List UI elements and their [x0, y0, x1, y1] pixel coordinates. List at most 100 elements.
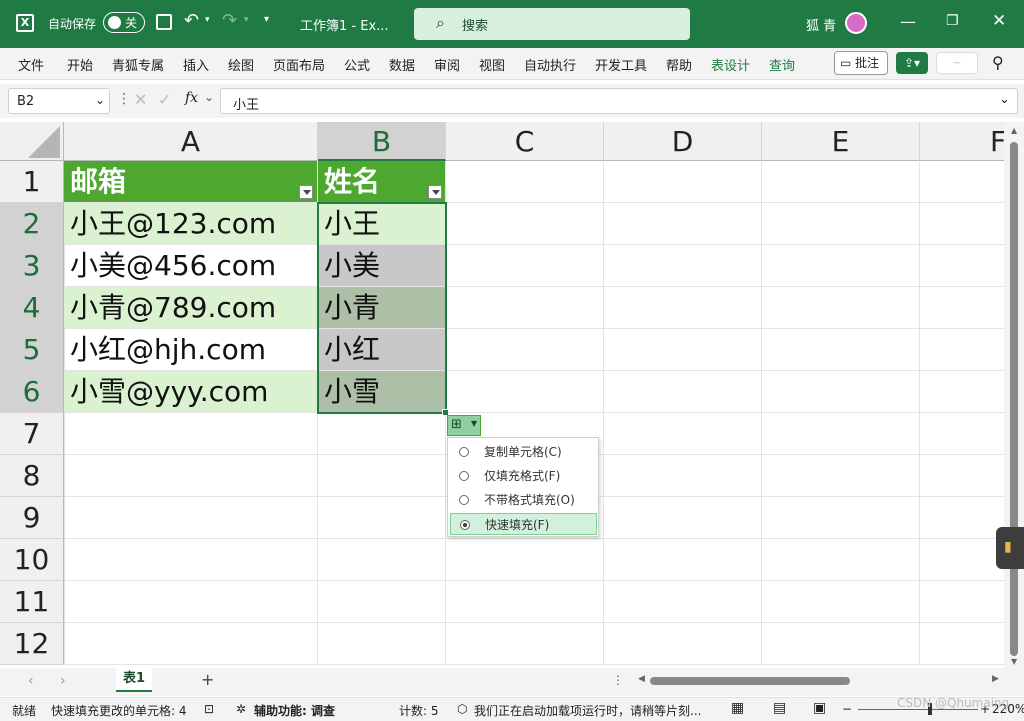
activity-button[interactable]: ~: [936, 52, 978, 74]
enter-icon[interactable]: ✓: [158, 90, 171, 109]
page-layout-view-icon[interactable]: ▤: [773, 700, 786, 716]
scroll-thumb[interactable]: [1010, 142, 1018, 656]
column-header-a[interactable]: A: [64, 122, 318, 161]
row-header-10[interactable]: 10: [0, 539, 64, 581]
row-header-4[interactable]: 4: [0, 287, 64, 329]
table-header-email[interactable]: 邮箱: [64, 161, 318, 203]
email-cell[interactable]: 小美@456.com: [64, 245, 318, 287]
menu-item-copy-cells[interactable]: 复制单元格(C): [450, 441, 597, 463]
scroll-up-icon[interactable]: ▲: [1011, 126, 1017, 135]
column-header-f[interactable]: F: [920, 122, 1004, 161]
sheet-prev-icon[interactable]: ‹: [28, 673, 34, 689]
row-header-11[interactable]: 11: [0, 581, 64, 623]
search-box[interactable]: ⌕ 搜索: [414, 8, 690, 40]
autosave-toggle[interactable]: 关: [103, 12, 145, 33]
column-header-d[interactable]: D: [604, 122, 762, 161]
table-header-name[interactable]: 姓名: [318, 161, 446, 203]
undo-dropdown-icon[interactable]: ▾: [205, 15, 210, 25]
redo-dropdown-icon[interactable]: ▾: [244, 15, 249, 25]
normal-view-icon[interactable]: ▦: [731, 700, 744, 716]
column-header-e[interactable]: E: [762, 122, 920, 161]
tab-help[interactable]: 帮助: [666, 55, 692, 74]
row-header-5[interactable]: 5: [0, 329, 64, 371]
redo-icon[interactable]: ↷: [222, 10, 237, 31]
scroll-right-icon[interactable]: ▶: [992, 674, 999, 684]
row-header-7[interactable]: 7: [0, 413, 64, 455]
tab-data[interactable]: 数据: [389, 55, 415, 74]
side-panel-button[interactable]: ▮: [996, 527, 1024, 569]
scroll-down-icon[interactable]: ▼: [1011, 657, 1017, 666]
select-all-corner[interactable]: [0, 122, 64, 161]
formula-input[interactable]: 小王 ⌄: [220, 88, 1018, 114]
row-header-3[interactable]: 3: [0, 245, 64, 287]
tab-formulas[interactable]: 公式: [344, 55, 370, 74]
close-icon[interactable]: ✕: [992, 11, 1006, 31]
macro-record-icon[interactable]: ⊡: [204, 702, 214, 716]
share-button[interactable]: ⇪▾: [896, 52, 928, 74]
vertical-scrollbar[interactable]: ▲ ▼: [1004, 122, 1024, 668]
row-header-1[interactable]: 1: [0, 161, 64, 203]
menu-item-fill-formatting-only[interactable]: 仅填充格式(F): [450, 465, 597, 487]
save-icon[interactable]: [156, 14, 172, 30]
comments-label: 批注: [855, 56, 880, 70]
tab-custom[interactable]: 青狐专属: [112, 55, 164, 74]
email-cell[interactable]: 小红@hjh.com: [64, 329, 318, 371]
page-break-view-icon[interactable]: ▣: [813, 700, 826, 716]
minimize-icon[interactable]: —: [900, 12, 916, 31]
tab-draw[interactable]: 绘图: [228, 55, 254, 74]
restore-icon[interactable]: ❐: [946, 13, 959, 29]
email-cell[interactable]: 小青@789.com: [64, 287, 318, 329]
cancel-icon[interactable]: ✕: [134, 90, 147, 109]
auto-fill-icon: ⊞: [451, 417, 462, 432]
coauthor-icon[interactable]: ⚲: [992, 53, 1004, 72]
tab-table-design[interactable]: 表设计: [711, 55, 750, 74]
name-box[interactable]: B2 ⌄: [8, 88, 110, 114]
menu-item-flash-fill[interactable]: 快速填充(F): [450, 513, 597, 535]
tab-developer[interactable]: 开发工具: [595, 55, 647, 74]
sheet-options-icon[interactable]: ⋮: [612, 673, 624, 687]
tab-review[interactable]: 审阅: [434, 55, 460, 74]
worksheet-grid[interactable]: A B C D E F 1 2 3 4 5 6 7 8 9 10 11 12 邮…: [0, 122, 1004, 665]
column-header-b[interactable]: B: [318, 122, 446, 161]
row-header-6[interactable]: 6: [0, 371, 64, 413]
accessibility-icon[interactable]: ✲: [236, 702, 246, 716]
avatar[interactable]: [845, 12, 867, 34]
tab-view[interactable]: 视图: [479, 55, 505, 74]
auto-fill-options-button[interactable]: ⊞ ▼: [447, 415, 481, 436]
column-header-c[interactable]: C: [446, 122, 604, 161]
user-name[interactable]: 狐 青: [806, 15, 836, 34]
add-sheet-button[interactable]: +: [201, 670, 214, 689]
filter-dropdown-icon[interactable]: [428, 185, 442, 199]
status-accessibility[interactable]: 辅助功能: 调查: [254, 702, 335, 719]
horizontal-scrollbar[interactable]: ◀ ▶: [636, 674, 1004, 688]
insert-function-icon[interactable]: fx: [185, 90, 198, 106]
row-header-2[interactable]: 2: [0, 203, 64, 245]
sheet-next-icon[interactable]: ›: [60, 673, 66, 689]
email-cell[interactable]: 小王@123.com: [64, 203, 318, 245]
undo-icon[interactable]: ↶: [184, 10, 199, 31]
more-icon[interactable]: ⋮: [117, 91, 131, 107]
h-scroll-thumb[interactable]: [650, 677, 850, 685]
tab-insert[interactable]: 插入: [183, 55, 209, 74]
tab-automate[interactable]: 自动执行: [524, 55, 576, 74]
tab-page-layout[interactable]: 页面布局: [273, 55, 325, 74]
scroll-left-icon[interactable]: ◀: [638, 674, 645, 684]
fx-dropdown-icon[interactable]: ⌄: [204, 90, 214, 104]
comments-button[interactable]: ▭ 批注: [834, 51, 888, 75]
tab-home[interactable]: 开始: [67, 55, 93, 74]
menu-item-fill-without-formatting[interactable]: 不带格式填充(O): [450, 489, 597, 511]
expand-formula-icon[interactable]: ⌄: [999, 92, 1010, 107]
tab-query[interactable]: 查询: [769, 55, 795, 74]
filter-dropdown-icon[interactable]: [299, 185, 313, 199]
row-header-8[interactable]: 8: [0, 455, 64, 497]
search-icon: ⌕: [436, 13, 445, 32]
zoom-out-icon[interactable]: −: [842, 702, 852, 716]
search-placeholder: 搜索: [462, 19, 489, 34]
sheet-tab-active[interactable]: 表1: [116, 668, 152, 692]
row-header-9[interactable]: 9: [0, 497, 64, 539]
email-cell[interactable]: 小雪@yyy.com: [64, 371, 318, 413]
header-email-label: 邮箱: [70, 165, 127, 198]
row-header-12[interactable]: 12: [0, 623, 64, 665]
tab-file[interactable]: 文件: [18, 55, 44, 74]
customize-quick-access-icon[interactable]: ▾: [264, 14, 269, 25]
